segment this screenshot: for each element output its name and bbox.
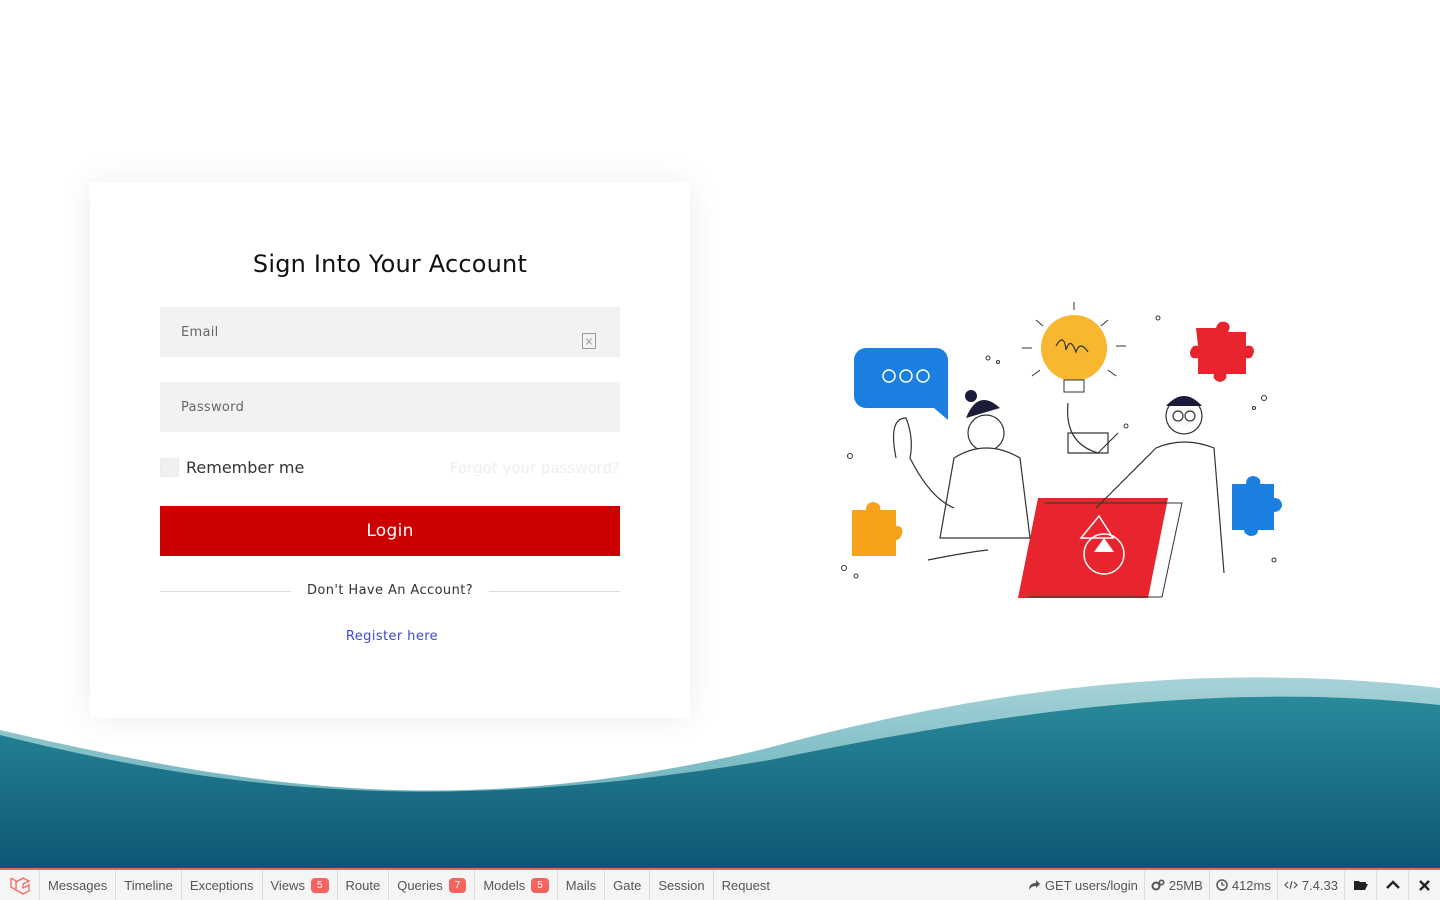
- remember-checkbox[interactable]: [160, 457, 179, 477]
- debug-tab-mails[interactable]: Mails: [558, 870, 606, 900]
- autofill-key-icon[interactable]: [582, 333, 596, 349]
- debug-tab-label: Session: [658, 877, 705, 893]
- woman-figure: [893, 390, 1031, 561]
- php-version-info: 7.4.33: [1276, 870, 1344, 900]
- debug-tab-label: Gate: [613, 877, 642, 893]
- memory-usage: 25MB: [1168, 877, 1203, 893]
- puzzle-red-icon: [1190, 321, 1254, 382]
- debug-tab-label: Models: [483, 877, 526, 893]
- teamwork-illustration: [841, 302, 1282, 598]
- chevron-up-icon[interactable]: [1376, 870, 1408, 900]
- no-account-text: Don't Have An Account?: [306, 583, 474, 598]
- debug-tab-exceptions[interactable]: Exceptions: [182, 870, 263, 900]
- close-icon[interactable]: [1408, 870, 1440, 900]
- laravel-logo-icon[interactable]: [0, 870, 40, 900]
- debug-tab-label: Messages: [48, 877, 108, 893]
- debug-tab-messages[interactable]: Messages: [40, 870, 117, 900]
- password-placeholder: Password: [181, 400, 245, 415]
- laptop-icon: [1018, 498, 1183, 598]
- remember-label[interactable]: Remember me: [186, 458, 304, 477]
- remember-me: Remember me: [160, 457, 304, 477]
- debug-tab-session[interactable]: Session: [650, 870, 714, 900]
- debug-tab-label: Mails: [565, 877, 597, 893]
- password-field[interactable]: Password: [160, 382, 620, 432]
- debug-tab-label: Route: [345, 877, 381, 893]
- queries-count-badge: 7: [448, 877, 467, 893]
- share-icon: [1028, 880, 1040, 890]
- login-button[interactable]: Login: [160, 506, 620, 556]
- php-version: 7.4.33: [1301, 877, 1338, 893]
- request-route: GET users/login: [1044, 877, 1138, 893]
- models-count-badge: 5: [531, 877, 549, 893]
- debug-bar-right: GET users/login 25MB 412ms 7.4.33: [1022, 870, 1440, 900]
- debug-tab-label: Timeline: [124, 877, 173, 893]
- login-card: Sign Into Your Account Email Password Re…: [90, 182, 690, 718]
- debug-tab-label: Request: [721, 877, 770, 893]
- puzzle-blue-icon: [1232, 476, 1282, 536]
- debug-tab-route[interactable]: Route: [338, 870, 390, 900]
- debug-tab-models[interactable]: Models 5: [475, 870, 558, 900]
- debug-tab-label: Views: [270, 877, 305, 893]
- light-bulb-icon: [1022, 302, 1126, 393]
- views-count-badge: 5: [310, 877, 329, 893]
- email-field[interactable]: Email: [160, 307, 620, 357]
- clock-icon: [1216, 879, 1228, 891]
- debug-tab-gate[interactable]: Gate: [605, 870, 651, 900]
- folder-open-icon[interactable]: [1344, 870, 1376, 900]
- debug-tab-label: Queries: [397, 877, 443, 893]
- debug-tab-queries[interactable]: Queries 7: [389, 870, 476, 900]
- cogs-icon: [1151, 879, 1165, 891]
- request-info[interactable]: GET users/login: [1022, 870, 1144, 900]
- debug-tab-views[interactable]: Views 5: [263, 870, 338, 900]
- debug-tab-timeline[interactable]: Timeline: [116, 870, 182, 900]
- debug-tab-request[interactable]: Request: [714, 870, 778, 900]
- time-info: 412ms: [1208, 870, 1277, 900]
- debug-bar: Messages Timeline Exceptions Views 5 Rout…: [0, 868, 1440, 900]
- puzzle-orange-icon: [852, 502, 903, 556]
- code-icon: [1283, 880, 1298, 890]
- login-page: Sign Into Your Account Email Password Re…: [0, 0, 1440, 900]
- register-link[interactable]: Register here: [346, 629, 438, 644]
- forgot-password-link[interactable]: Forgot your password?: [450, 459, 620, 477]
- chat-bubble-icon: [854, 348, 948, 420]
- page-title: Sign Into Your Account: [252, 250, 528, 278]
- request-time: 412ms: [1231, 877, 1271, 893]
- email-placeholder: Email: [181, 325, 219, 340]
- memory-info: 25MB: [1143, 870, 1209, 900]
- debug-tab-label: Exceptions: [189, 877, 254, 893]
